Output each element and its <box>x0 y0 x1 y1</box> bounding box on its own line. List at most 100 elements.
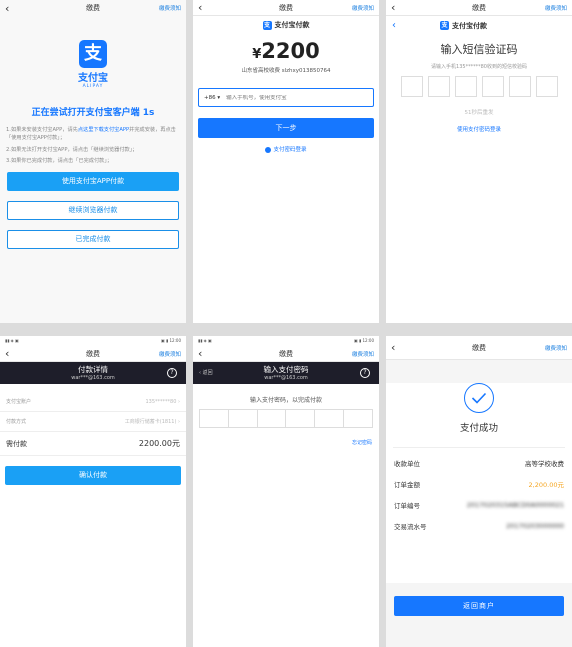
back-button[interactable]: ‹ <box>391 2 421 13</box>
back-button[interactable]: ‹ <box>5 348 35 359</box>
password-input[interactable] <box>199 409 373 428</box>
notice-link[interactable]: 缴费须知 <box>537 4 567 12</box>
page-title: 缴费 <box>86 4 100 12</box>
tip3: 3.如果你已完成付款，请点击「已完成付款」； <box>6 157 113 164</box>
page-title: 缴费 <box>472 3 486 12</box>
panel-open-alipay: ‹ 缴费 缴费须知 支 支付宝 ALIPAY 正在尝试打开支付宝客户端 1s 1… <box>0 0 186 323</box>
download-link[interactable]: 点这里下载支付宝APP <box>78 127 129 133</box>
sms-title: 输入短信验证码 <box>440 43 518 56</box>
continue-browser-button[interactable]: 继续浏览器付款 <box>7 201 179 221</box>
row-label: 支付宝账户 <box>6 399 32 405</box>
back-arrow-icon[interactable]: ‹ <box>386 20 402 31</box>
navbar: ‹ 缴费 缴费须知 <box>193 346 379 362</box>
currency-symbol: ¥ <box>252 47 262 62</box>
navbar: ‹ 缴费 缴费须知 <box>386 336 572 360</box>
success-title: 支付成功 <box>459 423 498 434</box>
logo-name: 支付宝 <box>78 73 108 84</box>
resend-countdown: 51秒后重发 <box>464 110 494 116</box>
row-value: 2,200.00元 <box>528 480 564 489</box>
alipay-logo-icon: 支 <box>79 40 107 68</box>
password-header: ‹ 返回 输入支付密码 war***@163.com ? <box>193 362 379 384</box>
password-hint: 输入支付密码，以完成付款 <box>249 397 322 404</box>
phone-field[interactable]: +86 ▾ <box>198 88 374 107</box>
row-label: 收款单位 <box>394 459 420 468</box>
account-email: war***@163.com <box>71 375 115 381</box>
code-box[interactable] <box>535 76 558 97</box>
panel-payment-details: ▮▮ ◈ ▣ ▣ ▮ 12:00 ‹ 缴费 缴费须知 付款详情 war***@1… <box>0 336 186 647</box>
row-value: 高等学校收费 <box>525 459 564 468</box>
status-bar: ▮▮ ◈ ▣ ▣ ▮ 12:00 <box>0 336 186 346</box>
notice-link[interactable]: 缴费须知 <box>151 350 181 358</box>
success-card: 支付成功 收款单位 高等学校收费 订单金额 2,200.00元 订单编号 201… <box>386 383 572 583</box>
trying-text: 正在尝试打开支付宝客户端 1s <box>31 108 155 118</box>
notice-link[interactable]: 缴费须知 <box>537 344 567 352</box>
help-icon[interactable]: ? <box>360 368 370 378</box>
password-login-link[interactable]: 支付密码登录 <box>193 145 379 153</box>
password-pay-link[interactable]: 使用支付密码登录 <box>386 125 572 133</box>
alipay-account-row[interactable]: 支付宝账户 135******80 › <box>0 392 186 412</box>
page-title: 缴费 <box>279 349 293 358</box>
navbar: ‹ 缴费 缴费须知 <box>0 0 186 16</box>
alipay-brand: 支 支付宝付款 <box>440 21 487 31</box>
order-amount-row: 订单金额 2,200.00元 <box>386 473 572 494</box>
use-alipay-app-button[interactable]: 使用支付宝APP付款 <box>7 172 179 192</box>
row-label: 需付款 <box>6 439 27 448</box>
phone-input[interactable] <box>226 94 368 101</box>
code-box[interactable] <box>400 76 423 97</box>
return-merchant-button[interactable]: 返回商户 <box>394 596 564 616</box>
brand-label: 支付宝付款 <box>452 21 487 30</box>
back-button[interactable]: ‹ <box>198 348 228 359</box>
password-digit[interactable] <box>200 410 229 427</box>
payment-method-row[interactable]: 付款方式 工商银行储蓄卡(1811) › <box>0 412 186 432</box>
confirm-payment-button[interactable]: 确认付款 <box>5 466 181 485</box>
panel-sms-code: ‹ 缴费 缴费须知 ‹ 支 支付宝付款 输入短信验证码 请输入手机135****… <box>386 0 572 323</box>
payment-done-button[interactable]: 已完成付款 <box>7 230 179 250</box>
row-value: 2200.00元 <box>138 439 180 448</box>
page-title: 缴费 <box>86 349 100 358</box>
forgot-password-link[interactable]: 忘记密码 <box>193 439 372 446</box>
details-title: 付款详情 <box>78 365 108 374</box>
password-digit[interactable] <box>229 410 258 427</box>
check-circle-icon <box>464 383 494 413</box>
merchant-name: 山东省高校收费 slzhxy013850764 <box>241 68 331 74</box>
help-icon[interactable]: ? <box>167 368 177 378</box>
notice-link[interactable]: 缴费须知 <box>344 4 374 12</box>
status-right: ▣ ▮ 12:00 <box>353 338 374 343</box>
row-label: 付款方式 <box>6 419 27 425</box>
brand-label: 支付宝付款 <box>274 21 310 29</box>
sms-subtitle: 请输入手机135******80收到的短信校验码 <box>431 64 527 70</box>
navbar: ‹ 缴费 缴费须知 <box>0 346 186 362</box>
divider <box>393 447 565 448</box>
next-button[interactable]: 下一步 <box>198 118 374 138</box>
navbar: ‹ 缴费 缴费须知 <box>386 0 572 16</box>
brand-row: ‹ 支 支付宝付款 <box>386 20 572 31</box>
status-left: ▮▮ ◈ ▣ <box>5 338 19 343</box>
page-title: 缴费 <box>279 3 293 12</box>
back-button[interactable]: ‹ <box>198 2 228 13</box>
logo-en: ALIPAY <box>82 84 104 89</box>
password-digit[interactable] <box>258 410 287 427</box>
back-button[interactable]: ‹ <box>5 3 35 14</box>
account-email: war***@163.com <box>264 375 308 381</box>
password-digit[interactable] <box>344 410 372 427</box>
code-box[interactable] <box>454 76 477 97</box>
code-box[interactable] <box>481 76 504 97</box>
status-right: ▣ ▮ 12:00 <box>160 338 181 343</box>
password-digit[interactable] <box>315 410 345 427</box>
password-digit[interactable] <box>286 410 316 427</box>
status-left: ▮▮ ◈ ▣ <box>198 338 212 343</box>
notice-link[interactable]: 缴费须知 <box>344 350 374 358</box>
code-inputs[interactable] <box>386 76 572 97</box>
tips: 1.如果未安装支付宝APP，请先点这里下载支付宝APP并完成安装，再点击「使用支… <box>6 126 180 165</box>
alipay-brand: 支 支付宝付款 <box>193 20 379 30</box>
notice-link[interactable]: 缴费须知 <box>151 4 181 12</box>
row-label: 订单金额 <box>394 480 420 489</box>
code-box[interactable] <box>508 76 531 97</box>
code-box[interactable] <box>427 76 450 97</box>
back-button[interactable]: ‹ <box>391 342 421 353</box>
row-value: 2017020315ABCD0A0000021 <box>466 500 564 509</box>
return-link[interactable]: ‹ 返回 <box>199 369 213 376</box>
order-number-row: 订单编号 2017020315ABCD0A0000021 <box>386 494 572 515</box>
country-code-select[interactable]: +86 ▾ <box>204 95 220 101</box>
payee-row: 收款单位 高等学校收费 <box>386 452 572 473</box>
